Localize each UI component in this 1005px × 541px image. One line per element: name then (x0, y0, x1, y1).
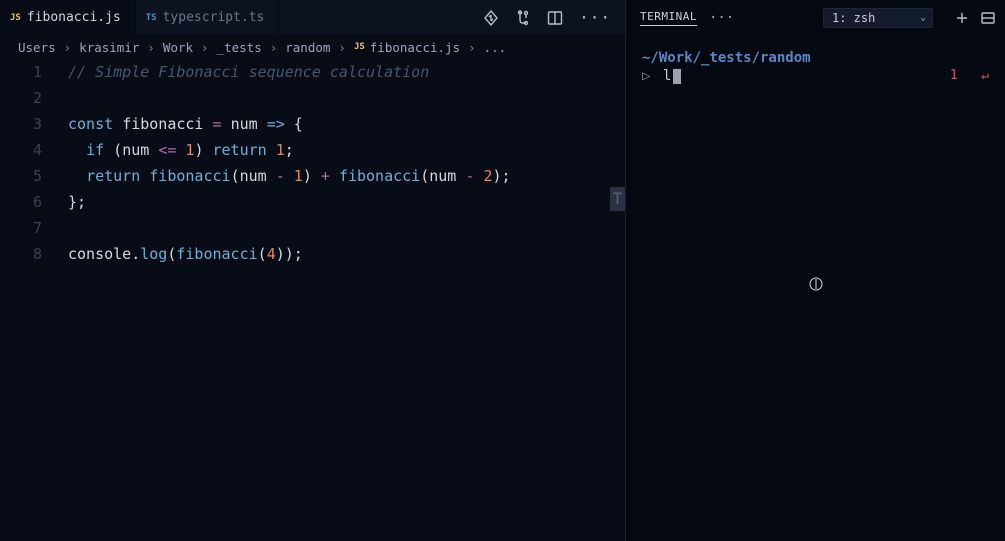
crumb-symbol[interactable]: ... (484, 40, 507, 55)
crumb-file[interactable]: JS fibonacci.js (354, 40, 460, 55)
code-line[interactable]: if (num <= 1) return 1; (68, 137, 625, 163)
code-content[interactable]: // Simple Fibonacci sequence calculation… (68, 59, 625, 541)
minimap-slider[interactable]: T (610, 187, 625, 211)
prompt-glyph-icon: ▷ (642, 67, 650, 85)
terminal-command: l (663, 67, 671, 85)
tab-label: fibonacci.js (27, 10, 121, 25)
code-line[interactable] (68, 85, 625, 111)
tabs-row: JS fibonacci.js TS typescript.ts (0, 0, 625, 35)
return-arrow-icon: ↵ (981, 68, 989, 83)
text-cursor-icon (808, 276, 824, 297)
chevron-right-icon: › (143, 40, 159, 55)
line-number: 7 (0, 215, 42, 241)
chevron-down-icon: ⌄ (920, 12, 926, 23)
tab-typescript[interactable]: TS typescript.ts (136, 0, 280, 35)
split-editor-icon[interactable] (547, 10, 563, 26)
ts-file-icon: TS (146, 13, 157, 23)
line-number: 3 (0, 111, 42, 137)
terminal-header: TERMINAL ··· 1: zsh ⌄ (626, 0, 1005, 35)
code-line[interactable]: }; (68, 189, 625, 215)
terminal-pane: TERMINAL ··· 1: zsh ⌄ ~/Work/_tests/rand… (625, 0, 1005, 541)
chevron-right-icon: › (197, 40, 213, 55)
crumb-random[interactable]: random (285, 40, 330, 55)
terminal-cursor (673, 69, 681, 84)
line-number: 8 (0, 241, 42, 267)
line-number: 4 (0, 137, 42, 163)
split-terminal-icon[interactable] (981, 11, 995, 25)
line-number: 6 (0, 189, 42, 215)
terminal-prompt-line: ▷ l (642, 67, 989, 85)
crumb-tests[interactable]: _tests (217, 40, 262, 55)
code-editor[interactable]: 12345678 // Simple Fibonacci sequence ca… (0, 59, 625, 541)
tab-fibonacci[interactable]: JS fibonacci.js (0, 0, 136, 35)
terminal-selector[interactable]: 1: zsh ⌄ (823, 8, 933, 28)
chevron-right-icon: › (464, 40, 480, 55)
more-actions-icon[interactable]: ··· (579, 8, 611, 27)
line-number: 1 (0, 59, 42, 85)
crumb-work[interactable]: Work (163, 40, 193, 55)
crumb-file-label: fibonacci.js (370, 40, 460, 55)
line-number-gutter: 12345678 (0, 59, 68, 541)
terminal-selector-value: 1: zsh (832, 11, 875, 25)
terminal-body[interactable]: ~/Work/_tests/random ▷ l 1 ↵ (626, 35, 1005, 541)
tab-label: typescript.ts (163, 10, 265, 25)
exit-code: 1 (950, 68, 958, 83)
crumb-users[interactable]: Users (18, 40, 56, 55)
terminal-tab[interactable]: TERMINAL (640, 10, 697, 26)
more-panels-icon[interactable]: ··· (709, 10, 734, 26)
js-file-icon: JS (354, 42, 365, 52)
code-line[interactable]: return fibonacci(num - 1) + fibonacci(nu… (68, 163, 625, 189)
compare-changes-icon[interactable] (515, 10, 531, 26)
line-number: 5 (0, 163, 42, 189)
code-line[interactable] (68, 215, 625, 241)
crumb-krasimir[interactable]: krasimir (79, 40, 139, 55)
chevron-right-icon: › (60, 40, 76, 55)
code-line[interactable]: console.log(fibonacci(4)); (68, 241, 625, 267)
breadcrumb: Users › krasimir › Work › _tests › rando… (0, 35, 625, 59)
terminal-last-status: 1 ↵ (950, 67, 989, 85)
code-line[interactable]: const fibonacci = num => { (68, 111, 625, 137)
terminal-cwd: ~/Work/_tests/random (642, 49, 989, 67)
chevron-right-icon: › (334, 40, 350, 55)
new-terminal-icon[interactable] (955, 11, 969, 25)
editor-actions: ··· (483, 0, 625, 35)
js-file-icon: JS (10, 13, 21, 23)
code-line[interactable]: // Simple Fibonacci sequence calculation (68, 59, 625, 85)
editor-pane: JS fibonacci.js TS typescript.ts (0, 0, 625, 541)
minimap[interactable]: T (609, 59, 625, 541)
line-number: 2 (0, 85, 42, 111)
chevron-right-icon: › (266, 40, 282, 55)
source-control-icon[interactable] (483, 10, 499, 26)
